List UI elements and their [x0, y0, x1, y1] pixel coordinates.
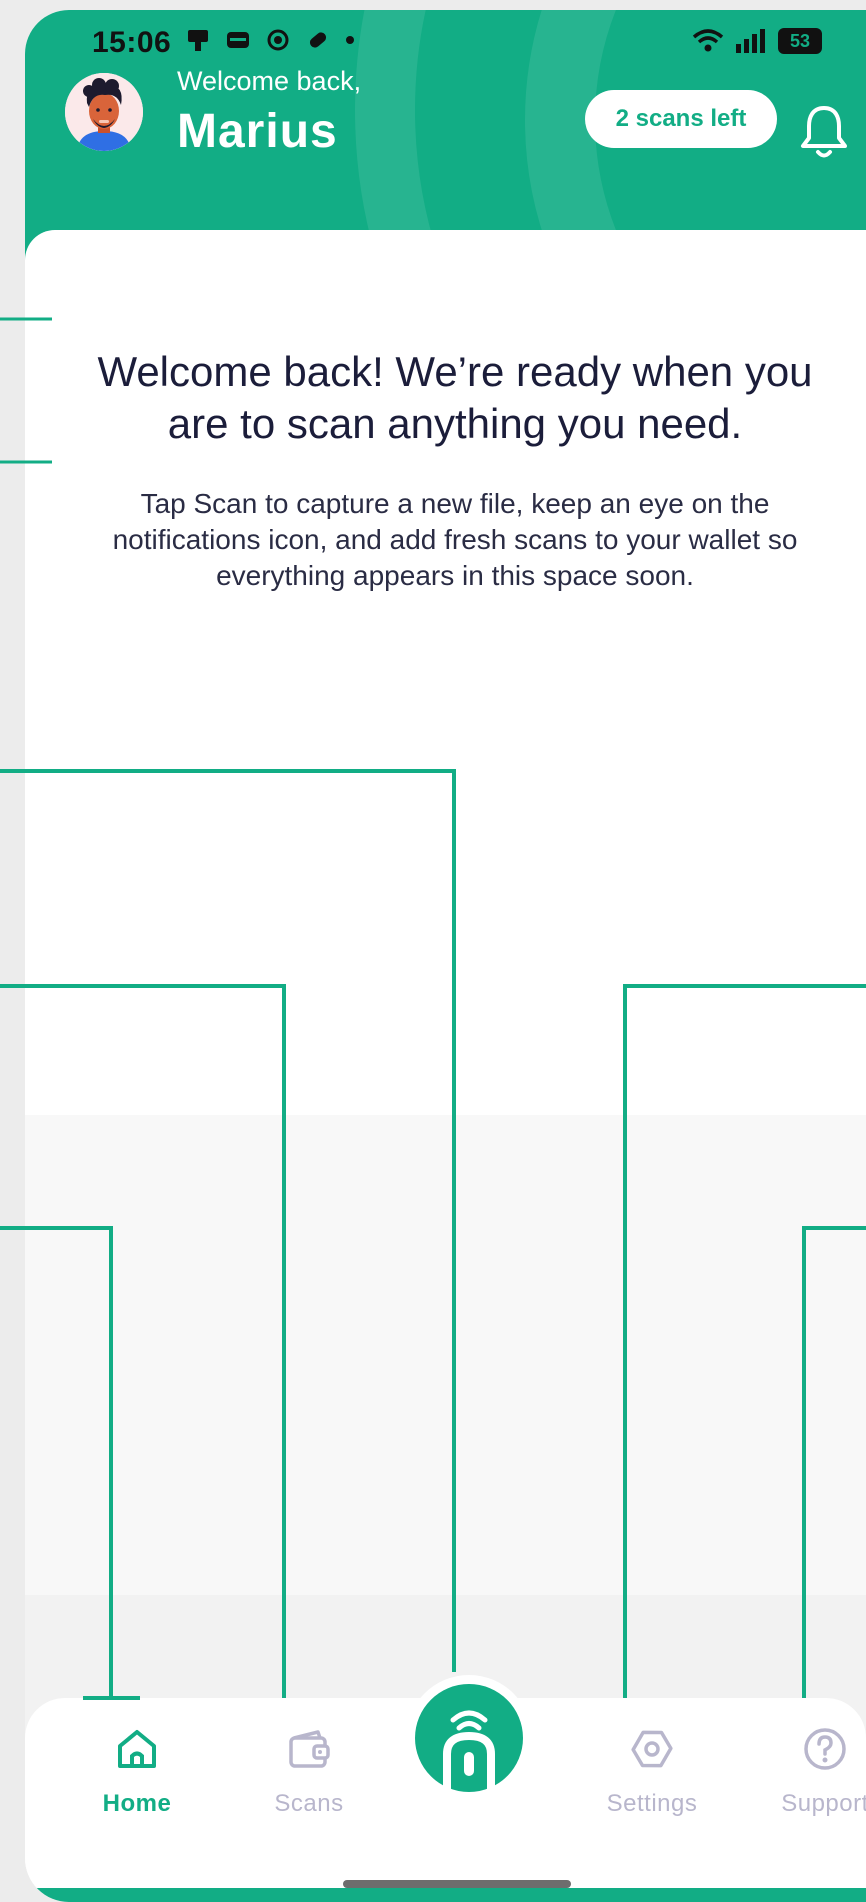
guide-line-settings: [623, 984, 866, 1698]
guide-line-home: [0, 1226, 113, 1698]
guide-line-scan: [0, 769, 456, 1672]
guide-line-scans: [0, 984, 286, 1698]
guide-line-support: [802, 1226, 866, 1698]
tutorial-guide-lines: [0, 317, 866, 1700]
